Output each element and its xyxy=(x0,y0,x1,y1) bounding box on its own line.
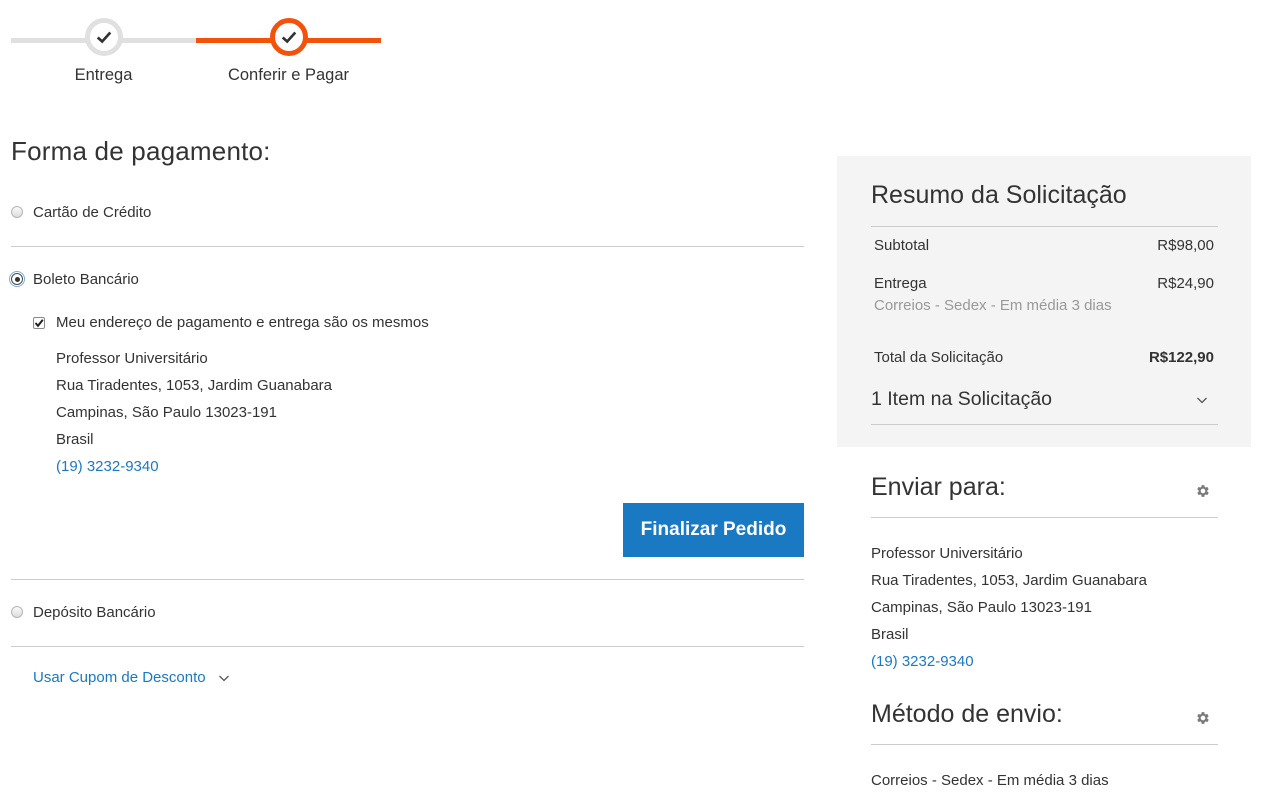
same-address-checkbox-row[interactable]: Meu endereço de pagamento e entrega são … xyxy=(33,314,429,331)
payment-method-label: Boleto Bancário xyxy=(33,270,139,288)
shipping-method-section: Método de envio: Correios - Sedex - Em m… xyxy=(871,700,1218,789)
order-summary: Resumo da Solicitação Subtotal R$98,00 E… xyxy=(837,156,1251,447)
shipping-method-note: Correios - Sedex - Em média 3 dias xyxy=(874,297,1112,314)
chevron-down-icon xyxy=(1197,397,1207,403)
summary-shipping-row: Entrega R$24,90 xyxy=(874,275,1214,292)
same-address-label: Meu endereço de pagamento e entrega são … xyxy=(56,314,429,331)
subtotal-value: R$98,00 xyxy=(1157,237,1214,254)
divider xyxy=(871,517,1218,518)
radio-credit-card[interactable] xyxy=(11,206,23,218)
finalizar-pedido-button[interactable]: Finalizar Pedido xyxy=(623,503,804,557)
summary-title: Resumo da Solicitação xyxy=(871,181,1127,209)
subtotal-label: Subtotal xyxy=(874,237,930,254)
divider xyxy=(871,226,1218,227)
address-street: Rua Tiradentes, 1053, Jardim Guanabara xyxy=(56,377,332,394)
address-phone-link[interactable]: (19) 3232-9340 xyxy=(871,648,1147,675)
total-label: Total da Solicitação xyxy=(874,349,1004,366)
divider xyxy=(11,646,804,647)
payment-section: Forma de pagamento: Cartão de Crédito Bo… xyxy=(9,120,804,686)
progress-step-conferir: Conferir e Pagar xyxy=(196,18,381,85)
address-country: Brasil xyxy=(871,626,909,643)
gear-icon[interactable] xyxy=(1195,710,1211,726)
payment-method-credit-card[interactable]: Cartão de Crédito xyxy=(11,202,151,222)
payment-method-boleto[interactable]: Boleto Bancário xyxy=(9,269,139,289)
coupon-toggle[interactable]: Usar Cupom de Desconto xyxy=(33,669,230,686)
divider xyxy=(11,579,804,580)
address-city: Campinas, São Paulo 13023-191 xyxy=(871,599,1092,616)
shipping-method-title: Método de envio: xyxy=(871,700,1063,728)
radio-boleto[interactable] xyxy=(9,271,25,287)
address-street: Rua Tiradentes, 1053, Jardim Guanabara xyxy=(871,572,1147,589)
step-check-icon xyxy=(84,18,123,56)
billing-address: Professor Universitário Rua Tiradentes, … xyxy=(56,345,332,480)
ship-to-section: Enviar para: Professor Universitário Rua… xyxy=(871,473,1218,670)
address-name: Professor Universitário xyxy=(871,545,1023,562)
progress-step-label: Entrega xyxy=(74,66,133,84)
address-phone-link[interactable]: (19) 3232-9340 xyxy=(56,453,332,480)
summary-total-row: Total da Solicitação R$122,90 xyxy=(874,349,1214,366)
items-toggle[interactable]: 1 Item na Solicitação xyxy=(871,388,1208,411)
total-value: R$122,90 xyxy=(1148,349,1214,366)
radio-deposito[interactable] xyxy=(11,606,23,618)
step-check-icon xyxy=(269,18,308,56)
address-city: Campinas, São Paulo 13023-191 xyxy=(56,404,277,421)
divider xyxy=(871,424,1218,425)
coupon-label: Usar Cupom de Desconto xyxy=(33,669,206,686)
ship-to-title: Enviar para: xyxy=(871,473,1006,501)
divider xyxy=(871,744,1218,745)
checkout-progress: Entrega Conferir e Pagar xyxy=(11,18,381,88)
shipping-value: R$24,90 xyxy=(1157,275,1214,292)
shipping-address: Professor Universitário Rua Tiradentes, … xyxy=(871,540,1147,675)
progress-step-entrega[interactable]: Entrega xyxy=(11,18,196,85)
same-address-checkbox[interactable] xyxy=(33,316,45,329)
payment-method-deposito[interactable]: Depósito Bancário xyxy=(11,602,156,622)
progress-step-label: Conferir e Pagar xyxy=(227,66,350,84)
address-name: Professor Universitário xyxy=(56,350,208,367)
summary-subtotal-row: Subtotal R$98,00 xyxy=(874,237,1214,254)
payment-method-label: Depósito Bancário xyxy=(33,603,156,621)
shipping-method-value: Correios - Sedex - Em média 3 dias xyxy=(871,772,1109,789)
shipping-label: Entrega xyxy=(874,275,927,292)
divider xyxy=(11,246,804,247)
gear-icon[interactable] xyxy=(1195,483,1211,499)
address-country: Brasil xyxy=(56,431,94,448)
chevron-down-icon xyxy=(218,675,229,681)
page-title: Forma de pagamento: xyxy=(11,136,271,166)
items-label: 1 Item na Solicitação xyxy=(871,388,1053,410)
payment-method-label: Cartão de Crédito xyxy=(33,203,152,221)
